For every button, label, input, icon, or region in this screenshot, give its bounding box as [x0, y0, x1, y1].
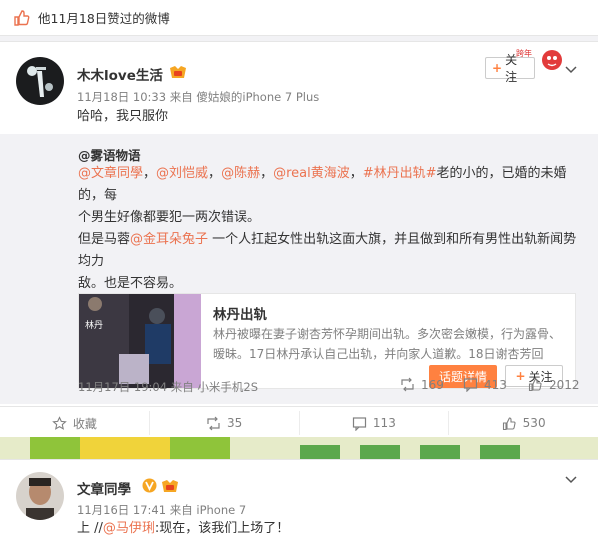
like-button[interactable]: 530: [449, 411, 598, 435]
topic-thumbnail: 林丹: [79, 294, 201, 388]
comment-button[interactable]: 113: [300, 411, 450, 435]
post-card-2: 文章同學 11月16日 17:41 来自 iPhone 7 上 //@马伊琍:现…: [0, 459, 598, 549]
repost-text-fragment: ，: [349, 166, 363, 181]
repost-text: @文章同學，@刘恺威，@陈赫，@real黄海波，#林丹出轨#老的小的，已婚的未婚…: [78, 163, 583, 295]
like-count-stat[interactable]: 2012: [528, 377, 580, 392]
avatar[interactable]: [16, 57, 64, 105]
topic-description: 林丹被曝在妻子谢杏芳怀孕期间出轨。多次密会嫩模，行为露骨、暧昧。17日林丹承认自…: [213, 327, 562, 361]
thumbs-up-icon: [12, 9, 30, 27]
repost-time[interactable]: 11月17日 19:04: [78, 380, 167, 394]
chevron-down-icon[interactable]: [564, 472, 578, 486]
topic-card[interactable]: 林丹 林丹出轨 林丹被曝在妻子谢杏芳怀孕期间出轨。多次密会嫩模，行为露骨、暧昧。…: [78, 293, 576, 389]
repost-icon: [401, 377, 414, 392]
repost-text-fragment: ，: [260, 166, 274, 181]
post-meta-2: 11月16日 17:41 来自 iPhone 7: [77, 503, 247, 517]
post-card: 木木love生活 11月18日 10:33 来自 傻姑娘的iPhone 7 Pl…: [0, 41, 598, 437]
repost-icon: [207, 416, 220, 430]
post-time[interactable]: 11月18日 10:33: [77, 90, 166, 104]
vip-badge-icon[interactable]: [169, 65, 187, 79]
repost-device[interactable]: 小米手机2S: [197, 380, 258, 394]
comment-icon: [352, 416, 367, 431]
collect-button[interactable]: 收藏: [0, 411, 150, 435]
like-icon: [502, 416, 516, 430]
chevron-down-icon[interactable]: [564, 62, 578, 76]
repost-button[interactable]: 35: [150, 411, 300, 435]
post-device[interactable]: 傻姑娘的iPhone 7 Plus: [196, 90, 319, 104]
repost-meta: 11月17日 19:04 来自 小米手机2S: [78, 380, 259, 394]
repost-line-3: 但是马蓉@金耳朵兔子 一个人扛起女性出轨这面大旗，并且做到和所有男性出轨新闻势均…: [78, 229, 583, 273]
repost-link[interactable]: @文章同學: [78, 166, 143, 181]
svg-text:林丹: 林丹: [85, 319, 103, 331]
username[interactable]: 木木love生活: [77, 64, 163, 84]
reposted-content: @雾语物语 @文章同學，@刘恺威，@陈赫，@real黄海波，#林丹出轨#老的小的…: [0, 134, 598, 404]
comment-icon: [463, 378, 478, 392]
liked-posts-header: 他11月18日赞过的微博: [0, 0, 598, 36]
topic-title[interactable]: 林丹出轨: [213, 303, 267, 323]
repost-author[interactable]: @雾语物语: [78, 145, 141, 164]
repost-link[interactable]: @陈赫: [221, 166, 260, 181]
vip-badge-icon[interactable]: [161, 479, 179, 493]
repost-text-fragment: ，: [208, 166, 222, 181]
post-time-2[interactable]: 11月16日 17:41: [77, 503, 166, 517]
repost-link[interactable]: #林丹出轨#: [363, 166, 437, 181]
post-device-2[interactable]: iPhone 7: [196, 503, 246, 517]
header-text: 他11月18日赞过的微博: [38, 11, 170, 26]
repost-line-2: 个男生好像都要犯一两次错误。: [78, 210, 261, 225]
repost-line-1: @文章同學，@刘恺威，@陈赫，@real黄海波，#林丹出轨#老的小的，已婚的未婚…: [78, 163, 583, 207]
repost-link[interactable]: @金耳朵兔子: [130, 232, 208, 247]
post-text-2: 上 //@马伊琍:现在，该我们上场了！: [77, 521, 290, 536]
avatar-2[interactable]: [16, 472, 64, 520]
repost-line-4: 敌。也是不容易。: [78, 276, 183, 291]
mention-link[interactable]: @马伊琍: [103, 521, 155, 536]
verified-v-icon[interactable]: [142, 478, 157, 493]
post-action-bar: 收藏 35 113 530: [0, 406, 598, 438]
page-background-decoration: [0, 437, 598, 459]
collect-icon: [52, 415, 67, 430]
repost-text-fragment: 但是马蓉: [78, 232, 131, 247]
repost-text-fragment: ，: [143, 166, 157, 181]
repost-count-stat[interactable]: 169: [400, 377, 444, 392]
like-icon: [528, 378, 542, 392]
follow-button[interactable]: + 关注: [485, 53, 535, 84]
post-meta: 11月18日 10:33 来自 傻姑娘的iPhone 7 Plus: [77, 90, 320, 104]
repost-link[interactable]: @real黄海波: [273, 166, 350, 181]
username-2[interactable]: 文章同學: [77, 478, 131, 498]
repost-link[interactable]: @刘恺威: [156, 166, 208, 181]
comment-count-stat[interactable]: 413: [463, 377, 507, 392]
post-text: 哈哈，我只服你: [77, 109, 169, 124]
